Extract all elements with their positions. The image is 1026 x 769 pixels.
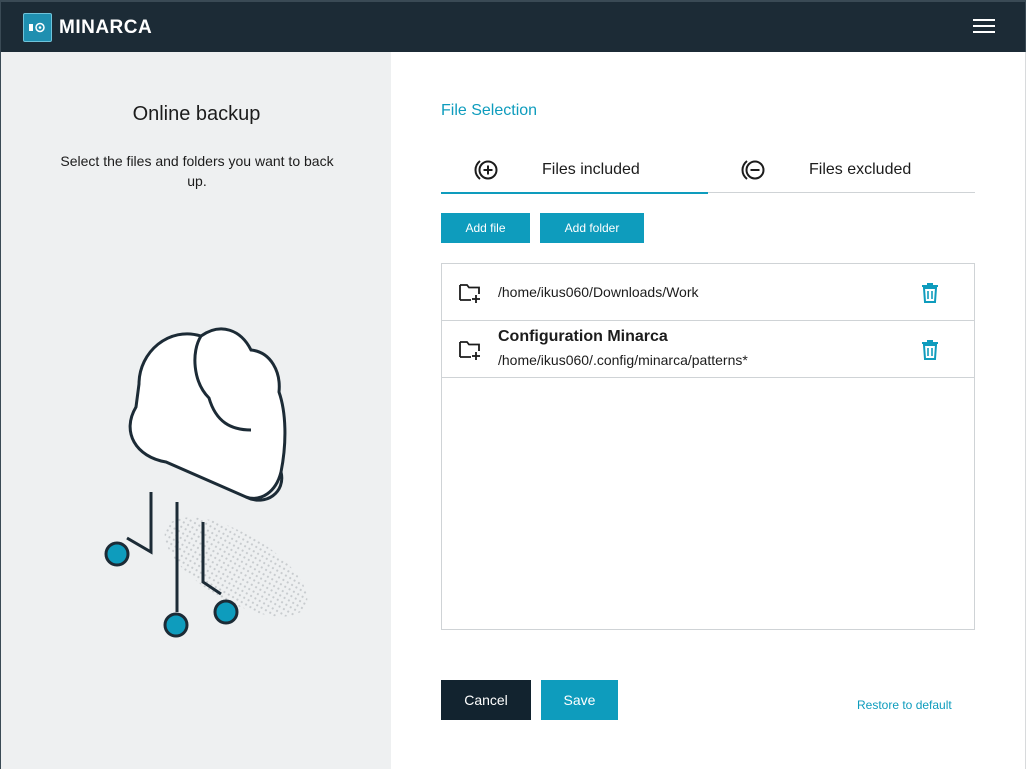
list-item[interactable]: Configuration Minarca /home/ikus060/.con… xyxy=(442,321,974,378)
hamburger-menu-icon[interactable] xyxy=(973,19,995,35)
cloud-network-illustration xyxy=(104,327,308,638)
cancel-button[interactable]: Cancel xyxy=(441,680,531,720)
item-path: /home/ikus060/Downloads/Work xyxy=(498,284,699,300)
trash-icon[interactable] xyxy=(921,283,939,303)
save-button[interactable]: Save xyxy=(541,680,618,720)
panel-description: Select the files and folders you want to… xyxy=(60,153,334,189)
tab-label: Files excluded xyxy=(809,161,912,178)
app-header: MINARCA xyxy=(0,0,1026,52)
list-item[interactable]: /home/ikus060/Downloads/Work xyxy=(442,264,974,321)
tab-files-excluded[interactable]: Files excluded xyxy=(708,147,975,193)
folder-plus-icon xyxy=(459,341,480,360)
item-path: /home/ikus060/.config/minarca/patterns* xyxy=(498,352,748,368)
add-folder-button[interactable]: Add folder xyxy=(540,213,644,243)
minarca-logo-icon xyxy=(23,13,52,42)
add-file-button[interactable]: Add file xyxy=(441,213,530,243)
left-panel: Online backup Select the files and folde… xyxy=(0,52,391,769)
selected-files-list: /home/ikus060/Downloads/Work Configurati… xyxy=(441,263,975,630)
tab-files-included[interactable]: Files included xyxy=(441,147,708,194)
item-title: Configuration Minarca xyxy=(498,328,668,345)
circle-plus-icon xyxy=(474,160,498,180)
panel-title: Online backup xyxy=(132,103,261,125)
app-name: MINARCA xyxy=(59,16,153,38)
app-logo: MINARCA xyxy=(23,13,152,42)
restore-default-link[interactable]: Restore to default xyxy=(857,698,952,712)
selection-tabs: Files included Files excluded xyxy=(441,147,975,194)
circle-minus-icon xyxy=(741,160,765,180)
section-title: File Selection xyxy=(441,102,538,119)
tab-label: Files included xyxy=(542,161,640,178)
folder-plus-icon xyxy=(459,284,480,303)
trash-icon[interactable] xyxy=(921,340,939,360)
